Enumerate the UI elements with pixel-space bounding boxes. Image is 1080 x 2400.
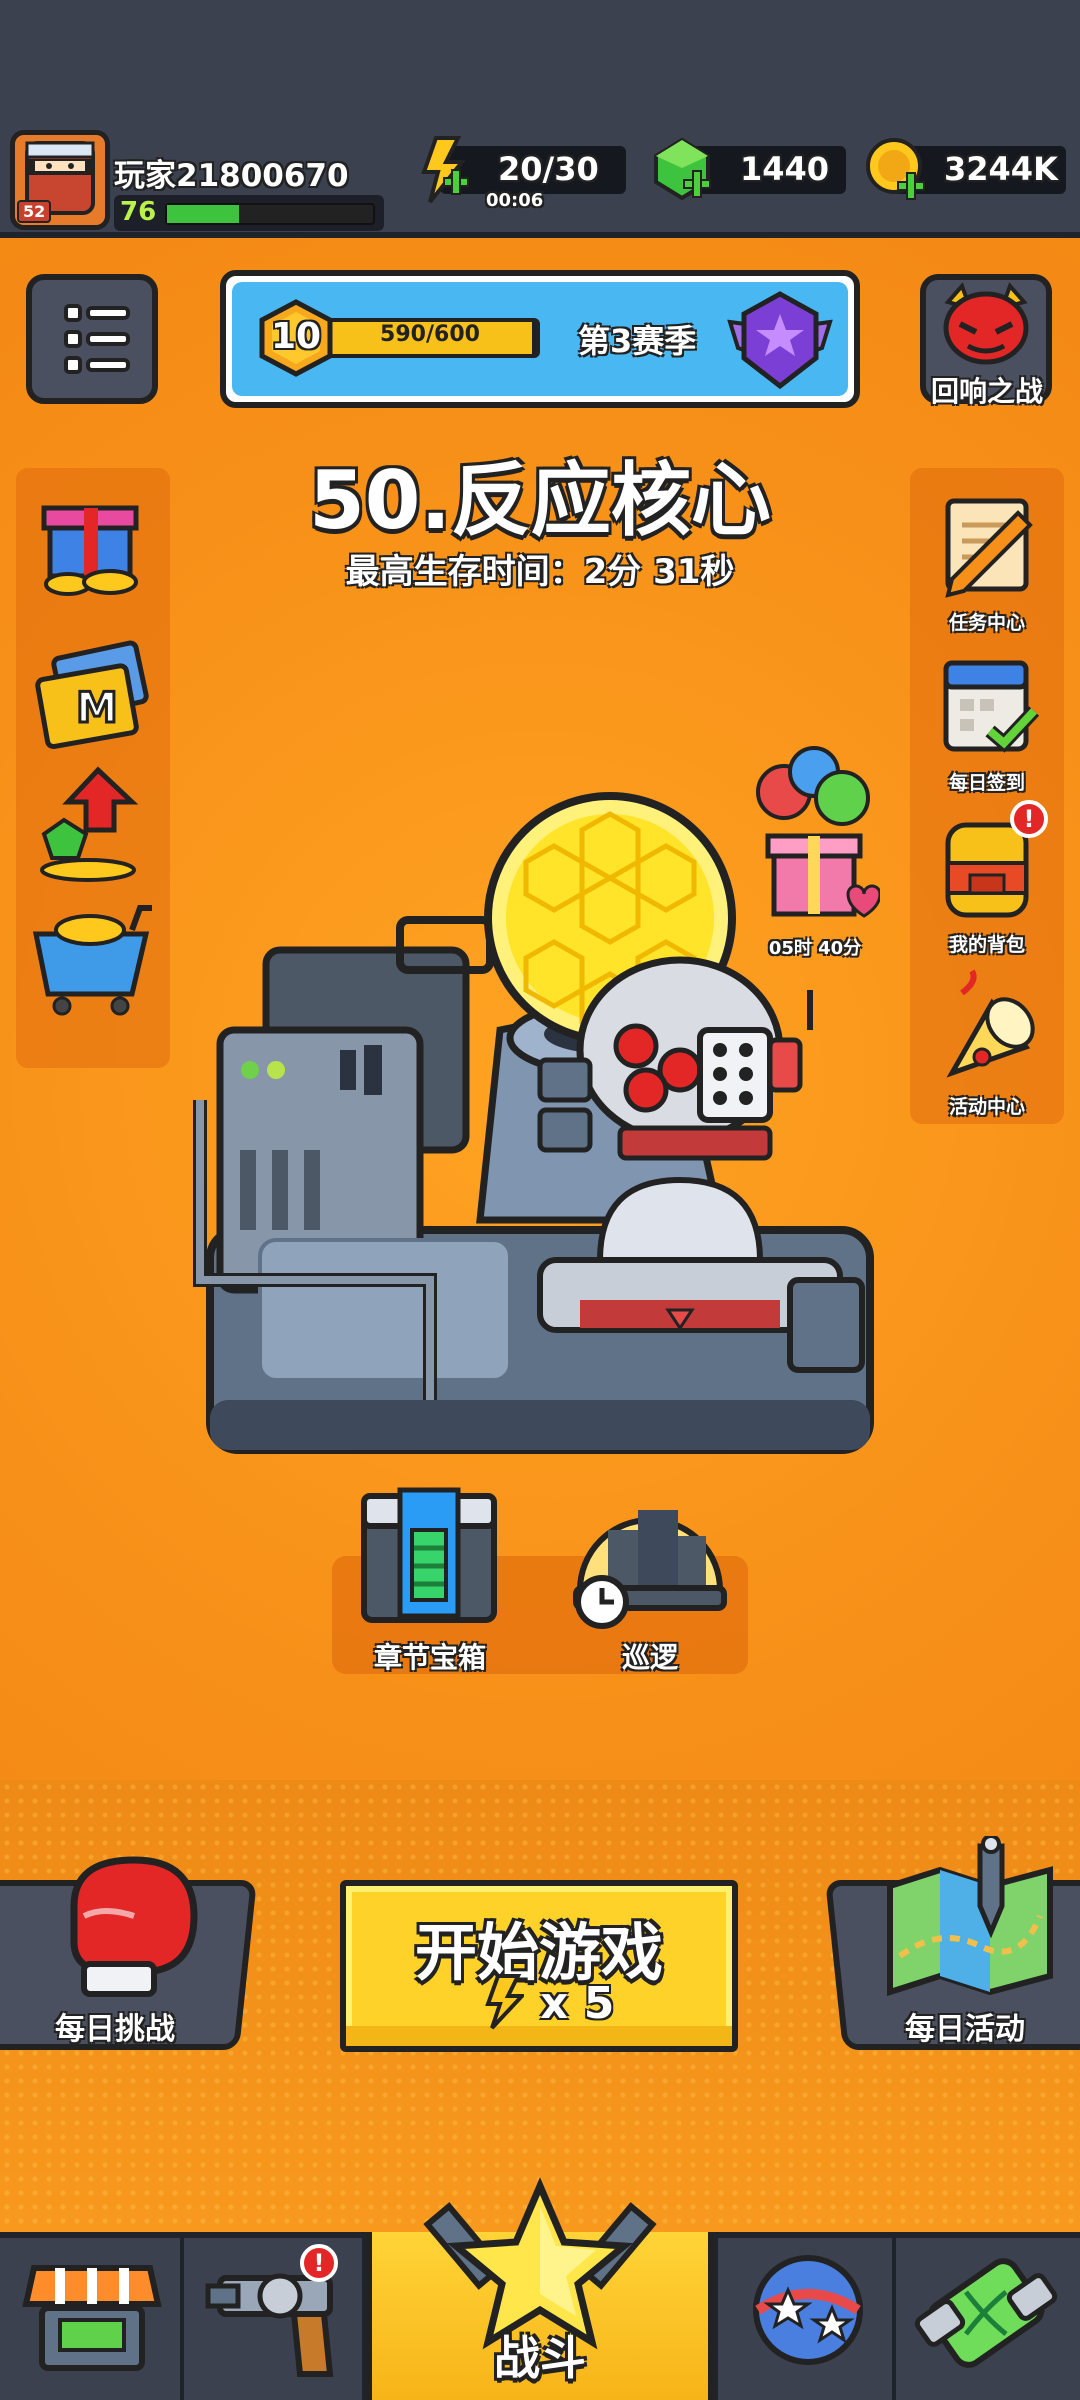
nav-tab-shop[interactable] (0, 2238, 184, 2400)
gem-add-icon[interactable] (650, 136, 714, 204)
player-xp-bar (165, 203, 375, 225)
gift-coins-icon[interactable] (28, 486, 158, 606)
player-level: 76 (120, 197, 157, 227)
backpack-label: 我的背包 (948, 934, 1025, 956)
treasure-map-icon (887, 1836, 1053, 1997)
season-rank-badge-icon (727, 291, 833, 390)
calendar-check-icon (943, 660, 1040, 753)
shop-stall-icon (22, 2265, 162, 2371)
player-name: 玩家21800670 (114, 158, 349, 194)
gems-value: 1440 (740, 150, 830, 188)
svg-text:M: M (76, 683, 118, 732)
season-title: 第3赛季 (578, 322, 697, 360)
echo-battle-label: 回响之战 (930, 375, 1043, 408)
coins-value: 3244K (944, 150, 1058, 188)
coin-add-icon[interactable] (864, 136, 928, 204)
player-xp-fill (167, 205, 240, 223)
quest-center-label: 任务中心 (948, 612, 1025, 634)
energy-bolt-icon (485, 1974, 524, 2030)
daily-checkin-button[interactable]: 每日签到 (910, 644, 1064, 795)
reactor-core-machine-illustration (193, 792, 874, 1454)
quest-center-button[interactable]: 任务中心 (910, 484, 1064, 635)
nav-tab-talents[interactable] (714, 2238, 896, 2400)
start-game-cost: x 5 (540, 1978, 615, 2029)
nav-tab-weapons[interactable] (184, 2238, 366, 2400)
star-orb-icon (753, 2255, 863, 2365)
weapons-alert-badge: ! (300, 2244, 338, 2282)
growth-gems-icon[interactable] (28, 766, 158, 886)
backpack-alert-badge: ! (1010, 800, 1048, 838)
list-menu-icon (64, 304, 130, 374)
daily-event-label: 每日活动 (905, 2012, 1025, 2047)
energy-timer: 00:06 (486, 190, 544, 211)
season-level: 10 (270, 316, 322, 357)
nav-battle-label: 战斗 (494, 2331, 586, 2385)
event-center-label: 活动中心 (948, 1096, 1025, 1118)
boxing-glove-icon (70, 1856, 198, 1997)
shop-cart-icon[interactable] (28, 900, 158, 1020)
energy-value: 20/30 (498, 150, 599, 188)
season-progress-text: 590/600 (380, 322, 480, 347)
daily-checkin-label: 每日签到 (948, 772, 1025, 794)
monthly-card-icon[interactable]: M (28, 636, 158, 756)
dna-capsule-icon (914, 2258, 1058, 2368)
avatar-level-tag: 52 (17, 200, 52, 223)
event-center-button[interactable]: 活动中心 (910, 968, 1064, 1119)
chapter-chest-label: 章节宝箱 (373, 1641, 486, 1674)
start-game-label: 开始游戏 (414, 1916, 663, 1989)
patrol-label: 巡逻 (621, 1641, 678, 1674)
patrol-icon[interactable] (568, 1480, 732, 1630)
menu-button[interactable] (26, 274, 158, 404)
player-avatar[interactable]: 52 (10, 130, 110, 230)
nav-tab-evolution[interactable] (896, 2238, 1080, 2400)
status-bar-area (0, 0, 1080, 120)
energy-add-icon[interactable] (412, 136, 472, 204)
chapter-chest-icon[interactable] (354, 1486, 504, 1630)
party-popper-icon (946, 969, 1035, 1078)
quest-scroll-icon (945, 498, 1033, 598)
daily-challenge-label: 每日挑战 (55, 2012, 175, 2047)
red-demon-icon (943, 282, 1029, 365)
